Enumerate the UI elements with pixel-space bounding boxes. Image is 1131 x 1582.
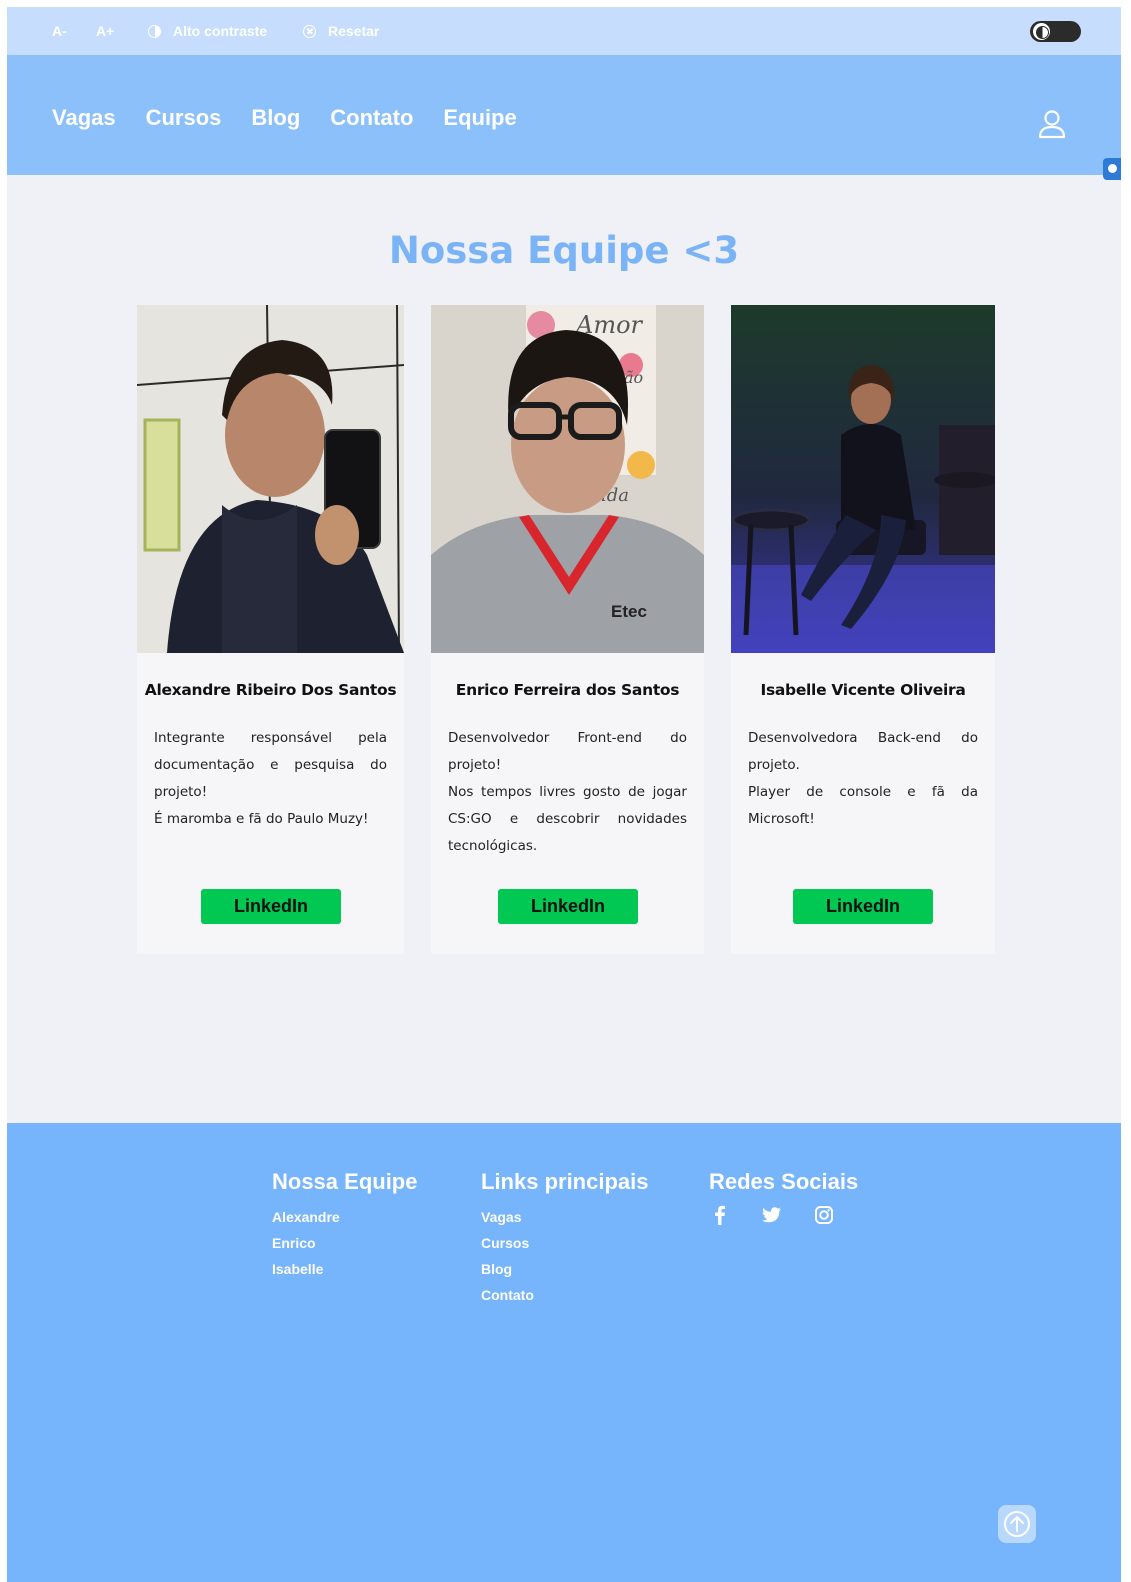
contrast-icon xyxy=(148,24,161,38)
arrow-up-icon xyxy=(1004,1511,1030,1537)
footer-links-column: Links principais Vagas Cursos Blog Conta… xyxy=(481,1169,649,1308)
linkedin-button-alexandre[interactable]: LinkedIn xyxy=(201,889,341,924)
footer-link-vagas[interactable]: Vagas xyxy=(481,1204,649,1230)
footer-link-isabelle[interactable]: Isabelle xyxy=(272,1256,417,1282)
team-card-alexandre: Alexandre Ribeiro Dos Santos Integrante … xyxy=(137,305,404,954)
facebook-icon[interactable] xyxy=(709,1204,731,1226)
member-photo-alexandre xyxy=(137,305,404,653)
footer-social-column: Redes Sociais xyxy=(709,1169,858,1226)
footer-links-heading: Links principais xyxy=(481,1169,649,1194)
member-name: Isabelle Vicente Oliveira xyxy=(760,681,966,699)
site-header: Vagas Cursos Blog Contato Equipe xyxy=(7,55,1121,175)
instagram-icon[interactable] xyxy=(813,1204,835,1226)
social-icons xyxy=(709,1204,858,1226)
member-photo-enrico: Amor ão ida Etec xyxy=(431,305,704,653)
nav-link-contato[interactable]: Contato xyxy=(330,105,413,131)
member-description-line: Desenvolvedor Front-end do projeto! xyxy=(448,730,687,773)
translate-widget-icon[interactable] xyxy=(1103,158,1121,180)
footer-link-enrico[interactable]: Enrico xyxy=(272,1230,417,1256)
footer-team-heading: Nossa Equipe xyxy=(272,1169,418,1194)
dark-mode-icon xyxy=(1033,23,1050,40)
main-nav: Vagas Cursos Blog Contato Equipe xyxy=(52,105,517,131)
member-description: Desenvolvedor Front-end do projeto! Nos … xyxy=(448,725,687,860)
accessibility-bar: A- A+ Alto contraste Resetar xyxy=(7,7,1121,55)
footer-social-heading: Redes Sociais xyxy=(709,1169,859,1194)
member-description: Desenvolvedora Back-end do projeto. Play… xyxy=(748,725,978,833)
reset-icon xyxy=(303,24,316,38)
footer-link-alexandre[interactable]: Alexandre xyxy=(272,1204,417,1230)
member-description: Integrante responsável pela documentação… xyxy=(154,725,387,833)
member-photo-isabelle xyxy=(731,305,995,653)
font-increase-button[interactable]: A+ xyxy=(96,23,114,39)
linkedin-button-enrico[interactable]: LinkedIn xyxy=(498,889,638,924)
site-footer: Nossa Equipe Alexandre Enrico Isabelle L… xyxy=(7,1123,1121,1582)
nav-link-blog[interactable]: Blog xyxy=(251,105,300,131)
member-description-line: Integrante responsável pela documentação… xyxy=(154,730,387,800)
member-name: Enrico Ferreira dos Santos xyxy=(455,681,680,699)
page: A- A+ Alto contraste Resetar Vagas Curso… xyxy=(7,7,1121,1582)
high-contrast-label: Alto contraste xyxy=(173,23,268,39)
footer-link-contato[interactable]: Contato xyxy=(481,1282,649,1308)
linkedin-button-isabelle[interactable]: LinkedIn xyxy=(793,889,933,924)
nav-link-equipe[interactable]: Equipe xyxy=(443,105,516,131)
twitter-icon[interactable] xyxy=(761,1204,783,1226)
member-description-line: Desenvolvedora Back-end do projeto. xyxy=(748,730,978,773)
back-to-top-button[interactable] xyxy=(998,1505,1036,1543)
footer-link-blog[interactable]: Blog xyxy=(481,1256,649,1282)
team-card-enrico: Amor ão ida Etec Enrico Ferreira dos San… xyxy=(431,305,704,954)
page-title: Nossa Equipe <3 xyxy=(388,229,740,272)
member-name: Alexandre Ribeiro Dos Santos xyxy=(144,681,397,699)
team-card-isabelle: Isabelle Vicente Oliveira Desenvolvedora… xyxy=(731,305,995,954)
member-description-line: É maromba e fã do Paulo Muzy! xyxy=(154,811,369,827)
reset-label: Resetar xyxy=(328,23,380,39)
nav-link-cursos[interactable]: Cursos xyxy=(146,105,222,131)
user-icon[interactable] xyxy=(1038,109,1066,139)
font-decrease-button[interactable]: A- xyxy=(52,23,67,39)
footer-link-cursos[interactable]: Cursos xyxy=(481,1230,649,1256)
poster-text-middle: ão xyxy=(624,368,643,387)
member-description-line: Player de console e fã da Microsoft! xyxy=(748,784,978,827)
member-description-line: Nos tempos livres gosto de jogar CS:GO e… xyxy=(448,784,687,854)
shirt-logo-text: Etec xyxy=(611,602,647,621)
nav-link-vagas[interactable]: Vagas xyxy=(52,105,116,131)
high-contrast-button[interactable]: Alto contraste xyxy=(148,23,267,39)
reset-button[interactable]: Resetar xyxy=(303,23,379,39)
footer-team-column: Nossa Equipe Alexandre Enrico Isabelle xyxy=(272,1169,417,1282)
theme-toggle[interactable] xyxy=(1030,21,1081,42)
